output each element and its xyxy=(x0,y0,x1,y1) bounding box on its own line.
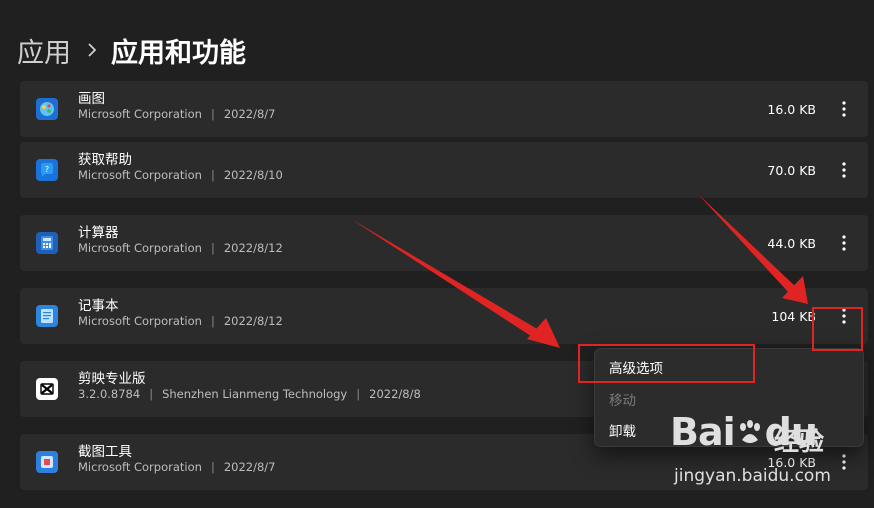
watermark-chinese: 经验 xyxy=(774,427,825,456)
meta-separator: | xyxy=(210,314,215,328)
app-size: 44.0 KB xyxy=(767,236,816,251)
app-version: 3.2.0.8784 xyxy=(78,387,141,401)
app-meta: Microsoft Corporation | 2022/8/10 xyxy=(78,168,283,182)
app-meta: 3.2.0.8784 | Shenzhen Lianmeng Technology |… xyxy=(78,387,421,401)
app-publisher: Microsoft Corporation xyxy=(78,168,202,182)
app-date: 2022/8/10 xyxy=(223,168,283,182)
app-date: 2022/8/12 xyxy=(223,314,283,328)
app-row-calculator: 计算器 Microsoft Corporation | 2022/8/12 44.0… xyxy=(20,215,868,271)
app-meta: Microsoft Corporation | 2022/8/7 xyxy=(78,107,275,121)
app-name: 画图 xyxy=(78,91,105,107)
paw-icon xyxy=(739,420,760,443)
menu-item-move: 移动 xyxy=(609,393,636,409)
breadcrumb-root-apps[interactable]: 应用 xyxy=(17,31,71,70)
app-name: 剪映专业版 xyxy=(78,371,146,387)
app-size: 16.0 KB xyxy=(767,102,816,117)
snipping-tool-icon xyxy=(36,451,58,473)
paint-icon xyxy=(36,98,58,120)
app-date: 2022/8/7 xyxy=(223,460,276,474)
meta-separator: | xyxy=(149,387,154,401)
app-publisher: Microsoft Corporation xyxy=(78,314,202,328)
svg-text:?: ? xyxy=(45,165,49,174)
app-date: 2022/8/8 xyxy=(369,387,421,401)
menu-item-advanced-options[interactable]: 高级选项 xyxy=(609,357,663,377)
more-options-icon[interactable] xyxy=(834,304,854,328)
watermark-brand-prefix: Bai xyxy=(670,410,736,454)
app-date: 2022/8/7 xyxy=(223,107,276,121)
app-publisher: Microsoft Corporation xyxy=(78,107,202,121)
app-size: 70.0 KB xyxy=(767,163,816,178)
menu-item-uninstall[interactable]: 卸载 xyxy=(609,420,636,440)
app-meta: Microsoft Corporation | 2022/8/7 xyxy=(78,460,275,474)
app-publisher: Shenzhen Lianmeng Technology xyxy=(162,387,348,401)
meta-separator: | xyxy=(210,168,215,182)
app-row-get-help: ? 获取帮助 Microsoft Corporation | 2022/8/10 7… xyxy=(20,142,868,198)
app-publisher: Microsoft Corporation xyxy=(78,460,202,474)
meta-separator: | xyxy=(210,241,215,255)
meta-separator: | xyxy=(210,460,215,474)
app-row-paint: 画图 Microsoft Corporation | 2022/8/7 16.0 K… xyxy=(20,81,868,137)
watermark-url: jingyan.baidu.com xyxy=(674,466,831,486)
app-name: 计算器 xyxy=(78,225,119,241)
more-options-icon[interactable] xyxy=(834,231,854,255)
more-options-icon[interactable] xyxy=(834,158,854,182)
app-name: 截图工具 xyxy=(78,444,132,460)
app-publisher: Microsoft Corporation xyxy=(78,241,202,255)
breadcrumb: 应用 应用和功能 xyxy=(17,30,246,70)
baidu-jingyan-watermark: Bai du 经验 jingyan.baidu.com xyxy=(668,408,868,498)
app-row-notepad: 记事本 Microsoft Corporation | 2022/8/12 104 … xyxy=(20,288,868,344)
meta-separator: | xyxy=(356,387,361,401)
calculator-icon xyxy=(36,232,58,254)
notepad-icon xyxy=(36,305,58,327)
app-size: 104 KB xyxy=(771,309,816,324)
app-date: 2022/8/12 xyxy=(223,241,283,255)
app-name: 获取帮助 xyxy=(78,152,132,168)
capcut-icon xyxy=(36,378,58,400)
app-meta: Microsoft Corporation | 2022/8/12 xyxy=(78,241,283,255)
get-help-icon: ? xyxy=(36,159,58,181)
app-name: 记事本 xyxy=(78,298,119,314)
chevron-right-icon xyxy=(87,42,97,58)
more-options-icon[interactable] xyxy=(834,97,854,121)
meta-separator: | xyxy=(210,107,215,121)
page-title: 应用和功能 xyxy=(111,37,246,69)
app-meta: Microsoft Corporation | 2022/8/12 xyxy=(78,314,283,328)
